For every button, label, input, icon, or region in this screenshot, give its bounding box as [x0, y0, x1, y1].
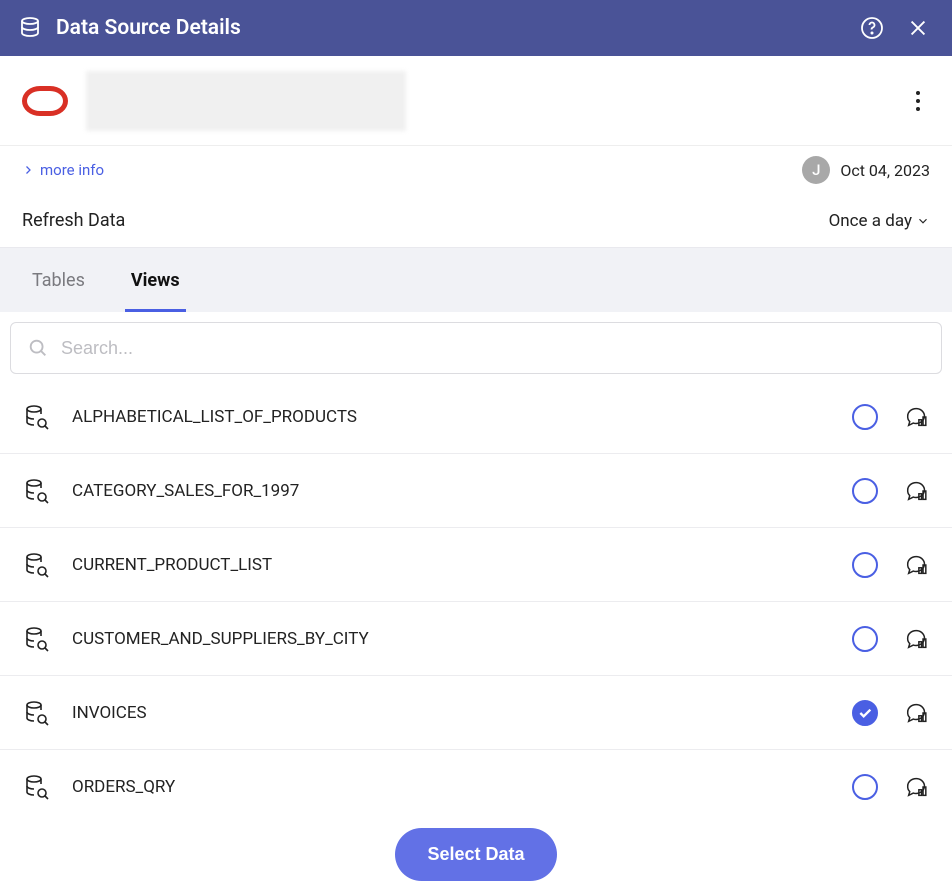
more-actions-button[interactable] — [906, 81, 930, 121]
more-info-label: more info — [40, 161, 104, 179]
refresh-frequency-selector[interactable]: Once a day — [829, 211, 930, 231]
view-icon — [22, 477, 52, 505]
chat-data-icon[interactable] — [904, 774, 930, 800]
chat-data-icon[interactable] — [904, 700, 930, 726]
select-checkbox[interactable] — [852, 478, 878, 504]
select-checkbox[interactable] — [852, 774, 878, 800]
chevron-down-icon — [916, 214, 930, 228]
source-date: Oct 04, 2023 — [840, 161, 930, 180]
tabs: Tables Views — [0, 248, 952, 312]
list-item: ALPHABETICAL_LIST_OF_PRODUCTS — [0, 380, 952, 454]
refresh-label: Refresh Data — [22, 210, 125, 231]
list-item: INVOICES — [0, 676, 952, 750]
avatar: J — [802, 156, 830, 184]
view-name: CURRENT_PRODUCT_LIST — [72, 555, 852, 575]
help-button[interactable] — [856, 12, 888, 44]
view-name: ALPHABETICAL_LIST_OF_PRODUCTS — [72, 407, 852, 427]
view-icon — [22, 403, 52, 431]
footer: Select Data — [0, 818, 952, 893]
chat-data-icon[interactable] — [904, 626, 930, 652]
view-icon — [22, 699, 52, 727]
chat-data-icon[interactable] — [904, 478, 930, 504]
view-icon — [22, 625, 52, 653]
info-row: more info J Oct 04, 2023 — [0, 146, 952, 196]
select-data-button[interactable]: Select Data — [395, 828, 556, 881]
list-item: CURRENT_PRODUCT_LIST — [0, 528, 952, 602]
search-box[interactable] — [10, 322, 942, 374]
list-item: CATEGORY_SALES_FOR_1997 — [0, 454, 952, 528]
chat-data-icon[interactable] — [904, 404, 930, 430]
search-icon — [27, 337, 49, 359]
chevron-right-icon — [22, 164, 34, 176]
list-item: ORDERS_QRY — [0, 750, 952, 824]
view-name: CUSTOMER_AND_SUPPLIERS_BY_CITY — [72, 629, 852, 649]
header-bar: Data Source Details — [0, 0, 952, 56]
view-name: INVOICES — [72, 703, 852, 723]
list-item: CUSTOMER_AND_SUPPLIERS_BY_CITY — [0, 602, 952, 676]
search-wrap — [0, 312, 952, 380]
view-name: ORDERS_QRY — [72, 777, 852, 797]
view-icon — [22, 773, 52, 801]
oracle-logo — [22, 86, 68, 116]
views-list: ALPHABETICAL_LIST_OF_PRODUCTS C — [0, 380, 952, 824]
chat-data-icon[interactable] — [904, 552, 930, 578]
database-icon — [18, 16, 42, 40]
source-header — [0, 56, 952, 146]
view-name: CATEGORY_SALES_FOR_1997 — [72, 481, 852, 501]
page-title: Data Source Details — [56, 16, 842, 40]
view-icon — [22, 551, 52, 579]
select-checkbox[interactable] — [852, 700, 878, 726]
refresh-row: Refresh Data Once a day — [0, 196, 952, 248]
tab-views[interactable]: Views — [125, 252, 186, 312]
more-info-toggle[interactable]: more info — [22, 161, 104, 179]
tab-tables[interactable]: Tables — [26, 252, 91, 312]
select-checkbox[interactable] — [852, 552, 878, 578]
select-checkbox[interactable] — [852, 404, 878, 430]
select-checkbox[interactable] — [852, 626, 878, 652]
source-name-redacted — [86, 71, 406, 131]
close-button[interactable] — [902, 12, 934, 44]
search-input[interactable] — [61, 338, 925, 359]
